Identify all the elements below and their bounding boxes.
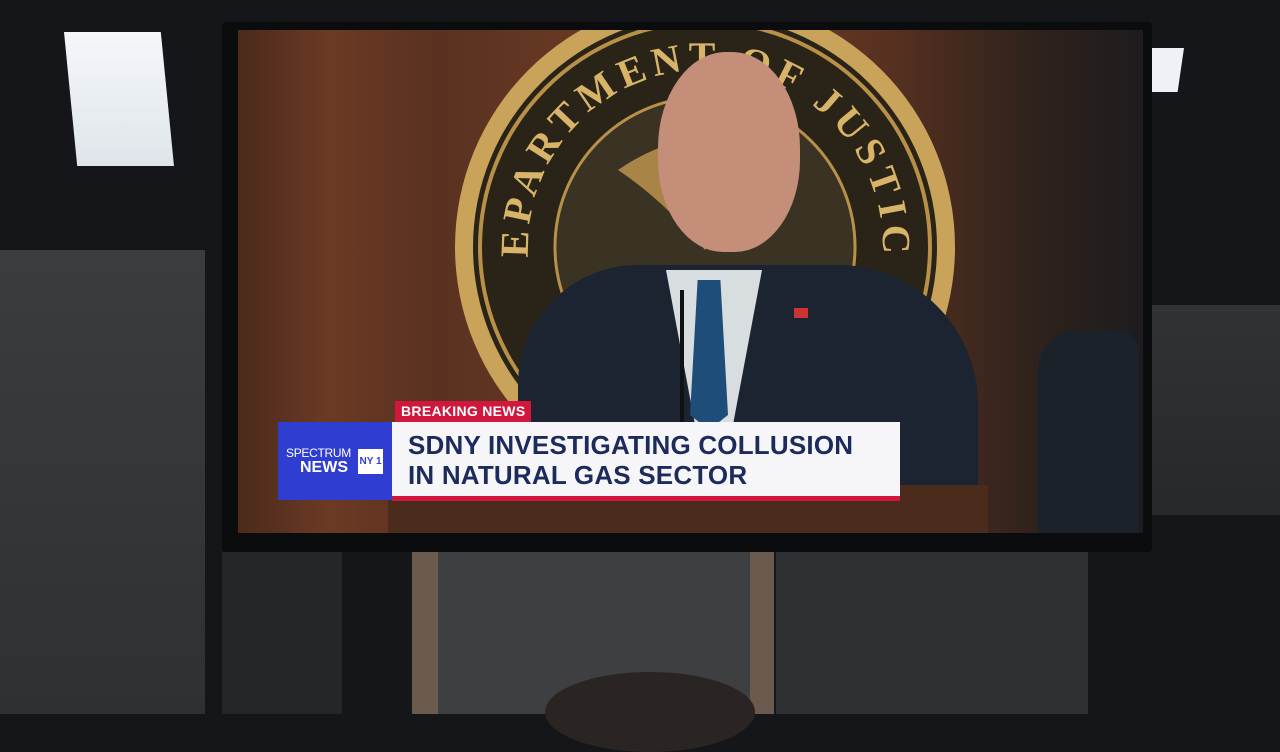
- lower-right-panel: [776, 552, 1088, 714]
- background-person: [1038, 330, 1138, 533]
- wall-panel-left: [0, 250, 205, 714]
- lower-frame-left: [412, 552, 438, 714]
- network-name-top: SPECTRUM: [286, 446, 351, 460]
- network-name-bottom: NEWS: [300, 459, 348, 476]
- speaker-head: [658, 52, 800, 252]
- microphone: [680, 290, 684, 430]
- headline-line-2: IN NATURAL GAS SECTOR: [408, 460, 748, 490]
- lower-wall-panel: [222, 552, 342, 714]
- channel-badge: NY 1: [358, 449, 383, 474]
- headline-banner: SDNY INVESTIGATING COLLUSION IN NATURAL …: [392, 422, 900, 501]
- room-scene: DEPARTMENT OF JUSTICE BREAKING NEWS SPEC…: [0, 0, 1280, 752]
- ceiling-light: [64, 32, 174, 166]
- lower-frame-right: [750, 552, 774, 714]
- wall-panel-right: [1142, 305, 1280, 515]
- foreground-viewer-head: [545, 672, 755, 752]
- flag-pin: [794, 308, 808, 318]
- headline-line-1: SDNY INVESTIGATING COLLUSION: [408, 430, 854, 460]
- ceiling-light-right: [1152, 48, 1184, 92]
- network-logo: SPECTRUM NEWS NY 1: [278, 422, 392, 500]
- breaking-news-tag: BREAKING NEWS: [395, 401, 532, 422]
